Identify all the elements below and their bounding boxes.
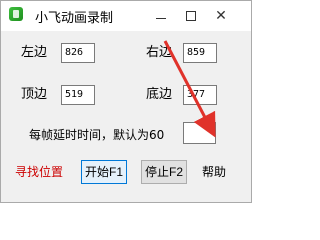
window-title: 小飞动画录制 bbox=[35, 11, 114, 26]
bottom-label: 底边 bbox=[146, 87, 173, 102]
app-window: 小飞动画录制 ✕ 左边 826 右边 859 顶边 519 底边 377 每帧延… bbox=[0, 0, 252, 203]
find-position-button[interactable]: 寻找位置 bbox=[15, 160, 63, 184]
minimize-button[interactable] bbox=[146, 1, 176, 31]
right-label: 右边 bbox=[146, 45, 173, 60]
minimize-icon bbox=[156, 17, 166, 19]
close-button[interactable]: ✕ bbox=[206, 1, 236, 31]
start-button[interactable]: 开始F1 bbox=[81, 160, 127, 184]
delay-label: 每帧延时时间，默认为60 bbox=[29, 128, 165, 142]
delay-input[interactable] bbox=[183, 122, 216, 144]
stop-button[interactable]: 停止F2 bbox=[141, 160, 187, 184]
close-icon: ✕ bbox=[215, 8, 227, 24]
maximize-icon bbox=[186, 11, 196, 21]
help-button[interactable]: 帮助 bbox=[202, 160, 226, 184]
left-input[interactable]: 826 bbox=[61, 43, 95, 63]
top-input[interactable]: 519 bbox=[61, 85, 95, 105]
maximize-button[interactable] bbox=[176, 1, 206, 31]
right-input[interactable]: 859 bbox=[183, 43, 217, 63]
left-label: 左边 bbox=[21, 45, 48, 60]
title-bar: 小飞动画录制 ✕ bbox=[1, 1, 251, 31]
top-label: 顶边 bbox=[21, 87, 48, 102]
app-icon bbox=[9, 7, 23, 21]
bottom-input[interactable]: 377 bbox=[183, 85, 217, 105]
